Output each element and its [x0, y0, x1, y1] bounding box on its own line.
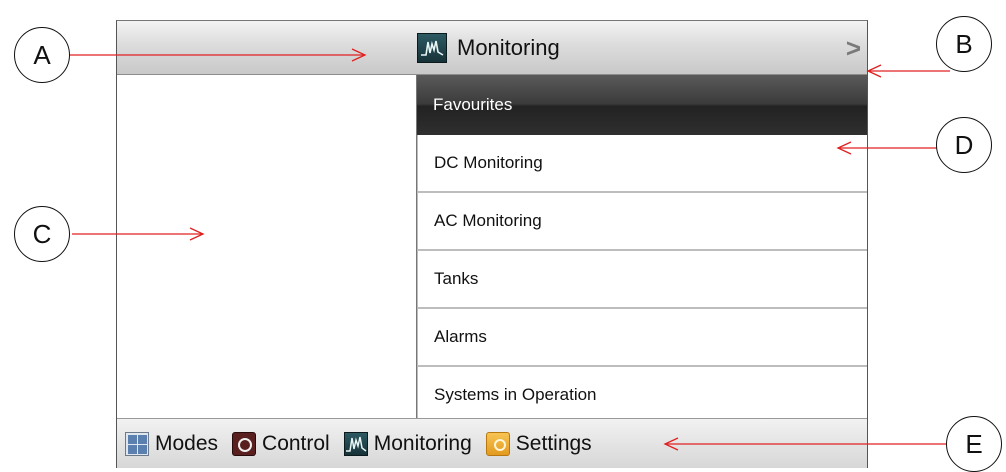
callout-c: C: [14, 206, 70, 262]
callout-e: E: [946, 416, 1002, 472]
callout-b: B: [936, 16, 992, 72]
callout-d: D: [936, 117, 992, 173]
callout-a: A: [14, 27, 70, 83]
annotation-arrows: [70, 48, 950, 451]
